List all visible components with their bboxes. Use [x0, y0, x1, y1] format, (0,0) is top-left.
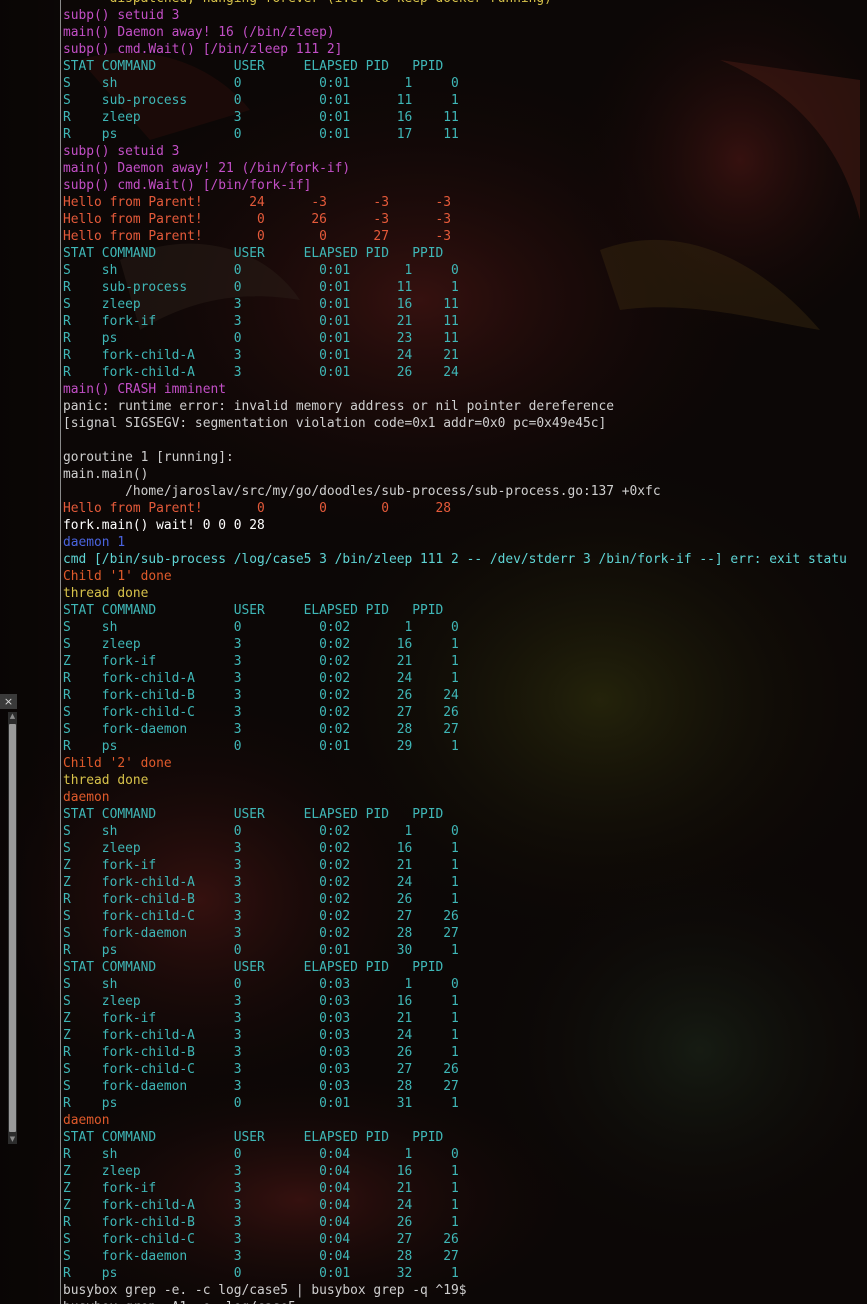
terminal-line: R ps 0 0:01 30 1 [63, 943, 459, 958]
scroll-down-icon[interactable]: ▼ [8, 1135, 17, 1144]
terminal-line: R fork-child-B 3 0:03 26 1 [63, 1045, 459, 1060]
terminal-line: Z zleep 3 0:04 16 1 [63, 1164, 459, 1179]
terminal-line: R ps 0 0:01 29 1 [63, 739, 459, 754]
terminal-line: S zleep 3 0:02 16 1 [63, 637, 459, 652]
terminal-line: /home/jaroslav/src/my/go/doodles/sub-pro… [63, 484, 661, 499]
terminal-line: main() Daemon away! 21 (/bin/fork-if) [63, 161, 351, 176]
scroll-up-icon[interactable]: ▲ [8, 712, 17, 721]
terminal-line: S fork-daemon 3 0:04 28 27 [63, 1249, 459, 1264]
terminal-line: Child '1' done [63, 569, 172, 584]
terminal-line: S sh 0 0:01 1 0 [63, 76, 459, 91]
terminal-line: main() Daemon away! 16 (/bin/zleep) [63, 25, 335, 40]
terminal-line: Z fork-if 3 0:02 21 1 [63, 654, 459, 669]
terminal-line: S sh 0 0:03 1 0 [63, 977, 459, 992]
terminal-output[interactable]: dispatched, hanging forever (i.e. to kee… [63, 0, 867, 1304]
terminal-line: R fork-child-A 3 0:01 24 21 [63, 348, 459, 363]
terminal-line: R ps 0 0:01 17 11 [63, 127, 459, 142]
terminal-line: Child '2' done [63, 756, 172, 771]
pane-divider[interactable] [60, 0, 61, 1304]
terminal-line: S sh 0 0:01 1 0 [63, 263, 459, 278]
terminal-line: Z fork-child-A 3 0:04 24 1 [63, 1198, 459, 1213]
terminal-line: STAT COMMAND USER ELAPSED PID PPID [63, 807, 444, 822]
close-icon[interactable]: × [0, 694, 17, 709]
terminal-line: R sub-process 0 0:01 11 1 [63, 280, 459, 295]
terminal-line: R zleep 3 0:01 16 11 [63, 110, 459, 125]
terminal-line: S fork-child-C 3 0:04 27 26 [63, 1232, 459, 1247]
terminal-line: main() CRASH imminent [63, 382, 226, 397]
terminal-line: S fork-child-C 3 0:02 27 26 [63, 909, 459, 924]
terminal-line: Hello from Parent! 0 0 0 28 [63, 501, 452, 516]
terminal-line: Z fork-if 3 0:03 21 1 [63, 1011, 459, 1026]
terminal-line: Z fork-child-A 3 0:03 24 1 [63, 1028, 459, 1043]
terminal-line: S fork-daemon 3 0:03 28 27 [63, 1079, 459, 1094]
terminal-line: R fork-child-B 3 0:04 26 1 [63, 1215, 459, 1230]
terminal-line: R fork-child-A 3 0:02 24 1 [63, 671, 459, 686]
terminal-line: R ps 0 0:01 23 11 [63, 331, 459, 346]
terminal-line: panic: runtime error: invalid memory add… [63, 399, 615, 414]
terminal-line: busybox grep -e. -c log/case5 | busybox … [63, 1283, 467, 1298]
terminal-line: R ps 0 0:01 31 1 [63, 1096, 459, 1111]
terminal-line: STAT COMMAND USER ELAPSED PID PPID [63, 1130, 444, 1145]
terminal-line: [signal SIGSEGV: segmentation violation … [63, 416, 607, 431]
terminal-line: S fork-daemon 3 0:02 28 27 [63, 722, 459, 737]
terminal-line: S fork-daemon 3 0:02 28 27 [63, 926, 459, 941]
terminal-line: daemon [63, 1113, 110, 1128]
terminal-line: S fork-child-C 3 0:03 27 26 [63, 1062, 459, 1077]
vertical-scrollbar[interactable]: ▲ ▼ [8, 712, 17, 1144]
terminal-line: goroutine 1 [running]: [63, 450, 234, 465]
terminal-line: subp() setuid 3 [63, 144, 180, 159]
terminal-line: dispatched, hanging forever (i.e. to kee… [63, 0, 867, 7]
scrollbar-thumb[interactable] [9, 724, 16, 1132]
terminal-line: S zleep 3 0:03 16 1 [63, 994, 459, 1009]
terminal-line: STAT COMMAND USER ELAPSED PID PPID [63, 960, 444, 975]
terminal-line: subp() cmd.Wait() [/bin/zleep 111 2] [63, 42, 343, 57]
terminal-line: Z fork-child-A 3 0:02 24 1 [63, 875, 459, 890]
terminal-line: thread done [63, 773, 149, 788]
terminal-line: STAT COMMAND USER ELAPSED PID PPID [63, 59, 444, 74]
terminal-line: S zleep 3 0:02 16 1 [63, 841, 459, 856]
terminal-line: Hello from Parent! 24 -3 -3 -3 [63, 195, 452, 210]
terminal-line: STAT COMMAND USER ELAPSED PID PPID [63, 603, 444, 618]
terminal-line: Hello from Parent! 0 0 27 -3 [63, 229, 452, 244]
terminal-line: S sub-process 0 0:01 11 1 [63, 93, 459, 108]
terminal-line: daemon [63, 790, 110, 805]
terminal-line: main.main() [63, 467, 149, 482]
terminal-line: busybox grep -A1 -e. log/case5 [63, 1299, 867, 1304]
terminal-line: R sh 0 0:04 1 0 [63, 1147, 459, 1162]
terminal-line: R fork-if 3 0:01 21 11 [63, 314, 459, 329]
terminal-line: R fork-child-B 3 0:02 26 1 [63, 892, 459, 907]
terminal-line: R fork-child-B 3 0:02 26 24 [63, 688, 459, 703]
terminal-line: Z fork-if 3 0:02 21 1 [63, 858, 459, 873]
terminal-line: cmd [/bin/sub-process /log/case5 3 /bin/… [63, 552, 847, 567]
terminal-line: subp() setuid 3 [63, 8, 180, 23]
terminal-line: Z fork-if 3 0:04 21 1 [63, 1181, 459, 1196]
terminal-line: S fork-child-C 3 0:02 27 26 [63, 705, 459, 720]
terminal-line: R ps 0 0:01 32 1 [63, 1266, 459, 1281]
terminal-line: daemon 1 [63, 535, 126, 550]
terminal-line: R fork-child-A 3 0:01 26 24 [63, 365, 459, 380]
terminal-line: thread done [63, 586, 149, 601]
terminal-line: STAT COMMAND USER ELAPSED PID PPID [63, 246, 444, 261]
terminal-line: S sh 0 0:02 1 0 [63, 824, 459, 839]
terminal-line: Hello from Parent! 0 26 -3 -3 [63, 212, 452, 227]
terminal-line: fork.main() wait! 0 0 0 28 [63, 518, 265, 533]
terminal-line: S zleep 3 0:01 16 11 [63, 297, 459, 312]
terminal-line: S sh 0 0:02 1 0 [63, 620, 459, 635]
terminal-line: subp() cmd.Wait() [/bin/fork-if] [63, 178, 312, 193]
